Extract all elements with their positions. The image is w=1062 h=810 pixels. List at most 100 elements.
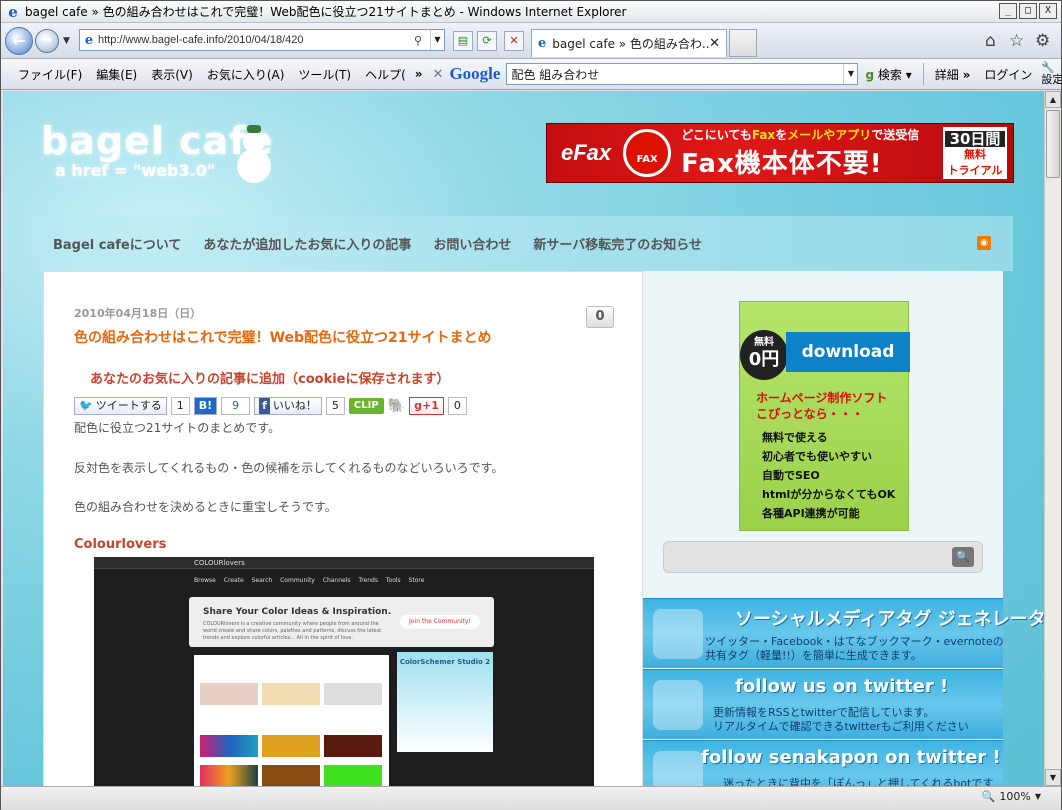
scroll-up-icon[interactable]: ▲	[1045, 91, 1061, 108]
refresh-icon[interactable]: ⟳	[477, 31, 497, 51]
hatena-count: 9	[221, 397, 251, 415]
compatibility-view-icon[interactable]: ▤	[453, 31, 473, 51]
google-search-dropdown-icon[interactable]: ▼	[843, 64, 857, 84]
menu-edit[interactable]: 編集(E)	[89, 66, 144, 83]
google-g-icon: g	[865, 67, 875, 82]
social-tag-generator-banner[interactable]: ソーシャルメディアタグ ジェネレータ ツイッター・Facebook・はてなブック…	[643, 598, 1044, 668]
search-button[interactable]: 🔍	[952, 547, 974, 567]
history-dropdown-icon[interactable]: ▼	[63, 36, 70, 46]
facebook-like-button[interactable]: f いいね！	[254, 397, 322, 415]
menu-more-icon[interactable]: »	[413, 67, 425, 81]
zoom-level: 100%	[999, 790, 1031, 803]
add-favorite-link[interactable]: あなたのお気に入りの記事に追加（cookieに保存されます）	[90, 368, 450, 387]
menu-tools[interactable]: ツール(T)	[291, 66, 358, 83]
nav-favorites[interactable]: あなたが追加したお気に入りの記事	[203, 234, 411, 253]
google-toolbar: ✕ Google 配色 組み合わせ ▼ g 検索 ▾ 詳細 » ログイン 🔧 設定…	[433, 62, 1062, 86]
rss-icon[interactable]: ◉	[977, 236, 991, 250]
zoom-control[interactable]: 🔍 100% ▼	[982, 790, 1041, 803]
search-icon[interactable]: ⚲	[414, 34, 430, 47]
twitter-facebook-icon	[653, 609, 703, 659]
follow-senakapon-banner[interactable]: follow senakapon on twitter ! 迷ったときに背中を「…	[643, 740, 1003, 786]
section-heading: Colourlovers	[74, 537, 167, 552]
sidebar: 無料 0円 download ホームページ制作ソフト こぴっとなら・・・ 無料で使…	[643, 271, 1044, 786]
home-icon[interactable]: ⌂	[985, 31, 996, 51]
comment-count-badge[interactable]: 0	[586, 306, 614, 328]
post-paragraph: 配色に役立つ21サイトのまとめです。	[74, 421, 281, 435]
menu-favorites[interactable]: お気に入り(A)	[200, 66, 292, 83]
back-button[interactable]: ←	[5, 27, 33, 55]
title-bar: e bagel cafe » 色の組み合わせはこれで完璧！Web配色に役立つ21…	[1, 1, 1061, 23]
post-paragraph: 反対色を表示してくれるもの・色の候補を示してくれるものなどいろいろです。	[74, 461, 504, 475]
menu-file[interactable]: ファイル(F)	[11, 66, 89, 83]
efax-brand: eFax	[561, 140, 612, 165]
livedoor-clip-button[interactable]: CLIP	[348, 398, 384, 414]
scroll-thumb[interactable]	[1046, 110, 1060, 178]
stop-icon[interactable]: ✕	[504, 31, 524, 51]
ie-window: e bagel cafe » 色の組み合わせはこれで完璧！Web配色に役立つ21…	[0, 0, 1062, 810]
efax-tagline: どこにいてもFaxをメールやアプリで送受信	[681, 128, 920, 142]
toolbar-close-icon[interactable]: ✕	[433, 67, 444, 82]
scroll-down-icon[interactable]: ▼	[1045, 769, 1061, 786]
url-text: http://www.bagel-cafe.info/2010/04/18/42…	[98, 34, 304, 46]
gplus-button[interactable]: g +1	[409, 397, 444, 415]
efax-trial-badge: 30日間 無料 トライアル	[943, 127, 1007, 179]
like-count: 5	[325, 397, 345, 415]
tab-favicon-icon: e	[538, 36, 547, 51]
fax-machine-icon: FAX	[623, 129, 672, 177]
post-date: 2010年04月18日（日）	[74, 307, 202, 320]
tweet-count: 1	[170, 397, 190, 415]
google-detail-button[interactable]: 詳細 »	[928, 66, 978, 83]
zoom-dropdown-icon[interactable]: ▼	[1035, 792, 1041, 801]
follow-us-twitter-banner[interactable]: follow us on twitter ! 更新情報をRSSとtwitterで…	[643, 669, 1003, 739]
tweet-button[interactable]: 🐦 ツイートする	[74, 397, 167, 415]
menu-help[interactable]: ヘルプ(	[358, 66, 413, 83]
zoom-icon: 🔍	[981, 790, 996, 803]
nav-about[interactable]: Bagel cafeについて	[53, 234, 181, 253]
google-settings-button[interactable]: 🔧設定 ▾	[1039, 62, 1062, 86]
screenshot-palette-grid	[194, 655, 389, 786]
sidebar-search-input[interactable]: 🔍	[663, 541, 983, 573]
twitter-bird-icon: 🐦	[79, 399, 93, 412]
google-search-button[interactable]: g 検索 ▾	[858, 66, 918, 83]
tab-label: bagel cafe » 色の組み合わ...	[552, 37, 710, 51]
google-search-value: 配色 組み合わせ	[511, 67, 600, 82]
nav-server-notice[interactable]: 新サーバ移転完了のお知らせ	[533, 234, 702, 253]
facebook-icon: f	[259, 398, 270, 414]
menu-view[interactable]: 表示(V)	[144, 66, 200, 83]
favorites-star-icon[interactable]: ☆	[1009, 31, 1024, 51]
tab-current[interactable]: e bagel cafe » 色の組み合わ... ✕	[531, 29, 727, 57]
page-viewport[interactable]: bagel cafe a href = "web3.0" eFax FAX どこ…	[3, 91, 1044, 786]
nav-contact[interactable]: お問い合わせ	[433, 234, 511, 253]
google-login-button[interactable]: ログイン	[977, 66, 1039, 83]
tab-close-icon[interactable]: ✕	[709, 36, 720, 51]
snowman-icon	[235, 125, 275, 185]
url-dropdown-icon[interactable]: ▼	[430, 30, 444, 50]
close-button[interactable]: X	[1039, 3, 1057, 19]
address-bar: ← → ▼ e http://www.bagel-cafe.info/2010/…	[1, 23, 1061, 59]
window-title: bagel cafe » 色の組み合わせはこれで完璧！Web配色に役立つ21サイ…	[25, 5, 627, 19]
gplus-count: 0	[447, 397, 467, 415]
bird-icon	[653, 680, 703, 730]
minimize-button[interactable]: _	[999, 3, 1017, 19]
google-search-input[interactable]: 配色 組み合わせ ▼	[506, 63, 859, 85]
dl-ad-headline: ホームページ制作ソフト こぴっとなら・・・	[756, 391, 888, 421]
status-bar: 🔍 100% ▼	[1, 786, 1061, 810]
free-badge: 無料 0円	[740, 330, 788, 380]
coppit-download-ad[interactable]: 無料 0円 download ホームページ制作ソフト こぴっとなら・・・ 無料で使…	[739, 301, 910, 531]
tools-gear-icon[interactable]: ⚙	[1035, 31, 1050, 51]
colourlovers-screenshot[interactable]: COLOURlovers Browse Create Search Commun…	[94, 557, 594, 786]
url-field[interactable]: e http://www.bagel-cafe.info/2010/04/18/…	[79, 29, 445, 51]
share-buttons: 🐦 ツイートする 1 B! 9 f いいね！ 5 CLIP 🐘 g +1 0	[74, 397, 467, 415]
evernote-icon[interactable]: 🐘	[388, 398, 405, 414]
vertical-scrollbar[interactable]: ▲ ▼	[1044, 91, 1061, 786]
google-logo: Google	[449, 64, 501, 83]
efax-ad-banner[interactable]: eFax FAX どこにいてもFaxをメールやアプリで送受信 Fax機本体不要!…	[546, 123, 1014, 183]
forward-button[interactable]: →	[35, 29, 59, 53]
ie-logo-icon: e	[8, 2, 18, 21]
post-title[interactable]: 色の組み合わせはこれで完璧！Web配色に役立つ21サイトまとめ	[74, 327, 492, 347]
maximize-button[interactable]: □	[1019, 3, 1037, 19]
new-tab-button[interactable]	[729, 29, 757, 57]
megaphone-icon	[653, 751, 703, 786]
download-banner: download	[786, 332, 910, 372]
hatena-bookmark-button[interactable]: B!	[193, 397, 218, 415]
